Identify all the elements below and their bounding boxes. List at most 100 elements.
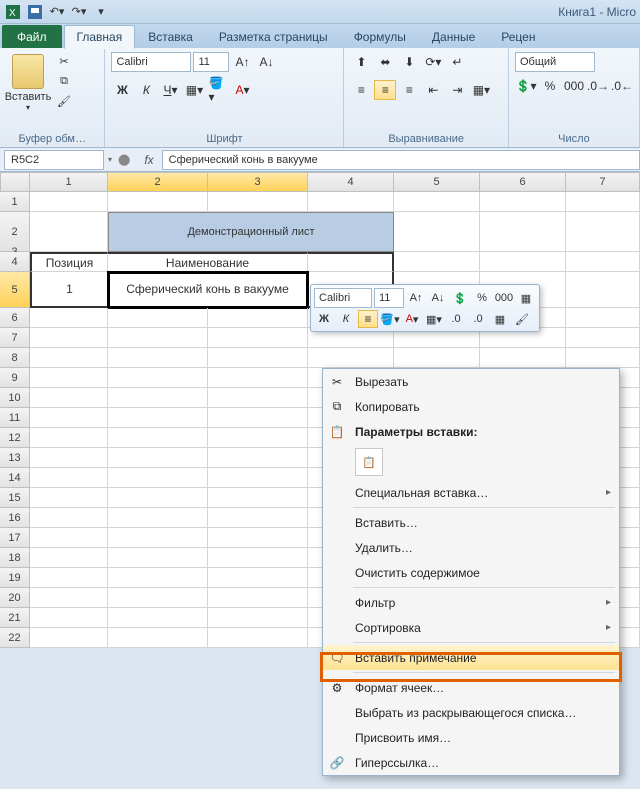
align-bottom-icon[interactable]: ⬇ — [398, 52, 420, 72]
italic-button[interactable]: К — [135, 80, 157, 100]
col-header[interactable]: 5 — [394, 172, 480, 192]
currency-icon[interactable]: 💲▾ — [515, 76, 537, 96]
cell[interactable] — [30, 588, 108, 608]
cell[interactable] — [108, 428, 208, 448]
tab-page-layout[interactable]: Разметка страницы — [206, 25, 341, 48]
mini-size-combo[interactable]: 11 — [374, 288, 404, 308]
cell[interactable] — [30, 348, 108, 368]
number-format-combo[interactable]: Общий — [515, 52, 595, 72]
cell[interactable] — [308, 192, 394, 212]
cell[interactable] — [308, 252, 394, 272]
row-header[interactable]: 6 — [0, 308, 30, 328]
mini-dec-inc-icon[interactable]: .0 — [446, 310, 466, 328]
increase-indent-icon[interactable]: ⇥ — [446, 80, 468, 100]
cell[interactable] — [480, 212, 566, 252]
cell[interactable] — [30, 468, 108, 488]
tab-review[interactable]: Рецен — [488, 25, 548, 48]
decrease-font-icon[interactable]: A↓ — [255, 52, 277, 72]
row-header[interactable]: 21 — [0, 608, 30, 628]
cell[interactable] — [108, 608, 208, 628]
col-header[interactable]: 7 — [566, 172, 640, 192]
cell[interactable] — [208, 348, 308, 368]
row-header[interactable]: 11 — [0, 408, 30, 428]
cell[interactable] — [30, 488, 108, 508]
cell[interactable] — [208, 608, 308, 628]
menu-copy[interactable]: ⧉Копировать — [323, 394, 619, 419]
cell[interactable] — [30, 388, 108, 408]
mini-fill-icon[interactable]: 🪣▾ — [380, 310, 400, 328]
row-header[interactable]: 10 — [0, 388, 30, 408]
qat-customize-icon[interactable]: ▾ — [92, 3, 110, 21]
cell[interactable] — [30, 608, 108, 628]
row-header[interactable]: 9 — [0, 368, 30, 388]
excel-icon[interactable]: X — [4, 3, 22, 21]
percent-icon[interactable]: % — [539, 76, 561, 96]
mini-format-icon[interactable]: ▦ — [516, 289, 536, 307]
cell[interactable] — [30, 568, 108, 588]
cell[interactable] — [480, 192, 566, 212]
tab-home[interactable]: Главная — [64, 25, 136, 49]
cell[interactable] — [394, 252, 480, 272]
row-header[interactable]: 7 — [0, 328, 30, 348]
bold-button[interactable]: Ж — [111, 80, 133, 100]
cell[interactable] — [566, 272, 640, 308]
mini-percent-icon[interactable]: % — [472, 289, 492, 307]
row-header[interactable]: 12 — [0, 428, 30, 448]
tab-data[interactable]: Данные — [419, 25, 488, 48]
fx-label[interactable]: fx — [136, 153, 161, 167]
name-box[interactable]: R5C2 — [4, 150, 104, 170]
underline-button[interactable]: Ч▾ — [159, 80, 181, 100]
cell[interactable] — [208, 488, 308, 508]
cell[interactable] — [108, 548, 208, 568]
cell[interactable] — [208, 548, 308, 568]
align-middle-icon[interactable]: ⬌ — [374, 52, 396, 72]
col-header[interactable]: 4 — [308, 172, 394, 192]
row-header[interactable]: 1 — [0, 192, 30, 212]
row-header[interactable]: 16 — [0, 508, 30, 528]
cell[interactable]: 1 — [30, 272, 108, 308]
font-name-combo[interactable]: Calibri — [111, 52, 191, 72]
cell[interactable] — [394, 348, 480, 368]
font-color-button[interactable]: A▾ — [231, 80, 253, 100]
undo-icon[interactable]: ↶▾ — [48, 3, 66, 21]
menu-delete[interactable]: Удалить… — [323, 535, 619, 560]
cell[interactable] — [108, 448, 208, 468]
row-header[interactable]: 14 — [0, 468, 30, 488]
cell[interactable] — [108, 408, 208, 428]
cell[interactable] — [30, 368, 108, 388]
align-left-icon[interactable]: ≡ — [350, 80, 372, 100]
cell[interactable] — [108, 588, 208, 608]
tab-formulas[interactable]: Формулы — [341, 25, 419, 48]
align-center-icon[interactable]: ≡ — [374, 80, 396, 100]
mini-border-icon[interactable]: ▦▾ — [424, 310, 444, 328]
cell[interactable] — [208, 628, 308, 648]
cut-icon[interactable]: ✂ — [54, 52, 74, 70]
cell[interactable] — [480, 348, 566, 368]
cell[interactable] — [108, 348, 208, 368]
mini-bold-icon[interactable]: Ж — [314, 310, 334, 328]
menu-format-cells[interactable]: ⚙Формат ячеек… — [323, 675, 619, 700]
cell[interactable] — [30, 628, 108, 648]
cell[interactable] — [208, 528, 308, 548]
cell[interactable] — [566, 348, 640, 368]
row-header[interactable]: 22 — [0, 628, 30, 648]
cell-title[interactable]: Демонстрационный лист — [108, 212, 394, 252]
menu-cut[interactable]: ✂Вырезать — [323, 369, 619, 394]
decrease-decimal-icon[interactable]: .0← — [611, 76, 633, 96]
font-size-combo[interactable]: 11 — [193, 52, 229, 72]
menu-paste-special[interactable]: Специальная вставка… — [323, 480, 619, 505]
paste-option-default[interactable]: 📋 — [355, 448, 383, 476]
cell[interactable] — [108, 628, 208, 648]
comma-icon[interactable]: 000 — [563, 76, 585, 96]
copy-icon[interactable]: ⧉ — [54, 72, 74, 90]
cell[interactable]: Позиция — [30, 252, 108, 272]
cell[interactable] — [480, 252, 566, 272]
cell[interactable] — [30, 548, 108, 568]
cell[interactable] — [108, 192, 208, 212]
cell[interactable] — [30, 408, 108, 428]
cell[interactable] — [566, 252, 640, 272]
row-header[interactable]: 18 — [0, 548, 30, 568]
menu-clear[interactable]: Очистить содержимое — [323, 560, 619, 585]
cell[interactable] — [208, 508, 308, 528]
cell[interactable] — [566, 212, 640, 252]
